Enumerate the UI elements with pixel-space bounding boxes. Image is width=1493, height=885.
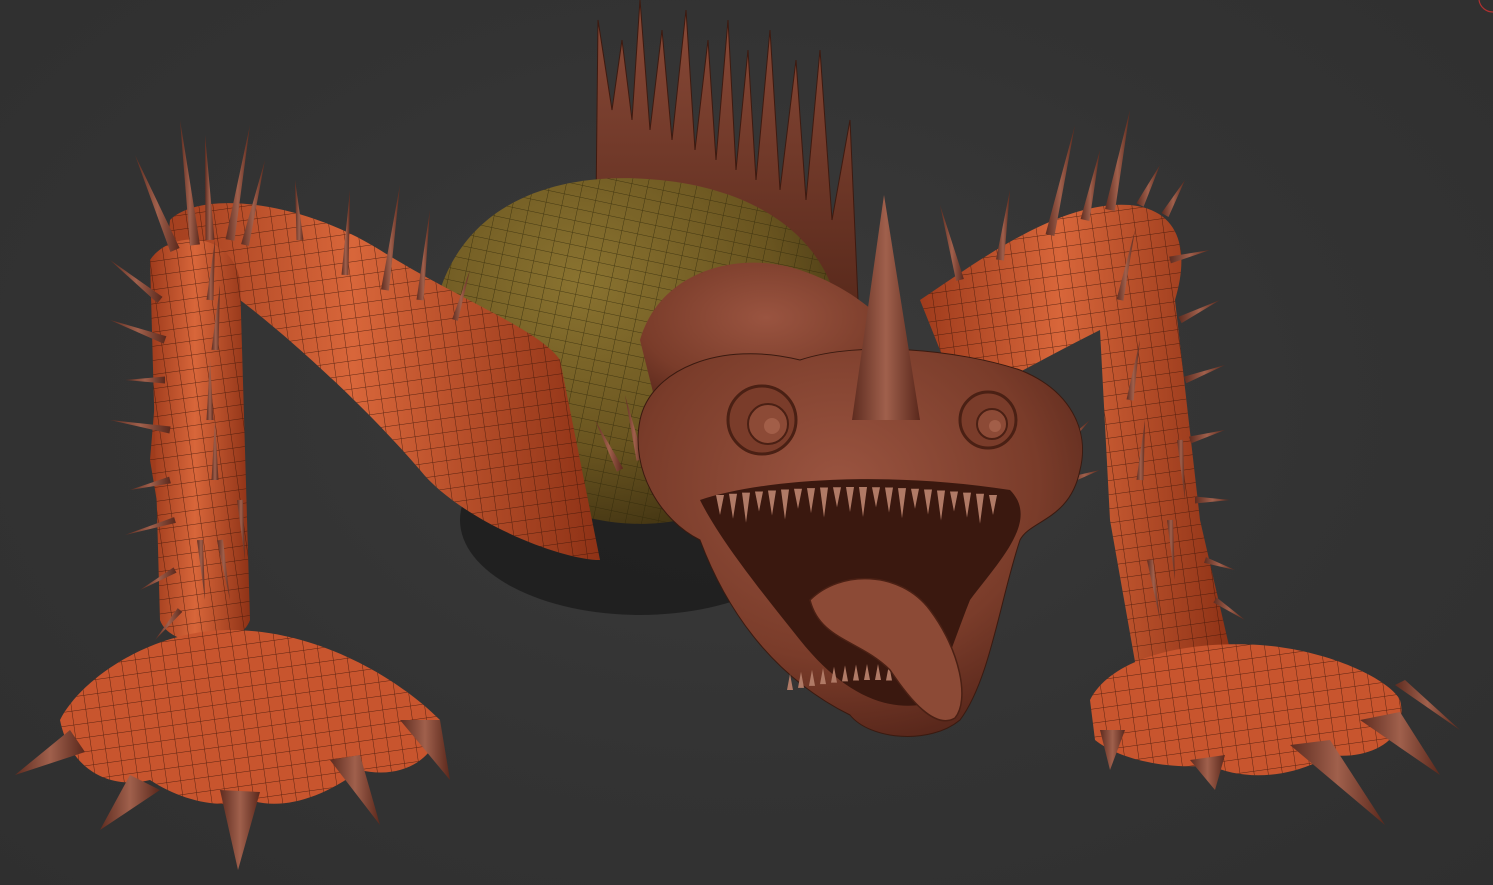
limb-spike — [1161, 180, 1185, 217]
limb-spike — [125, 376, 165, 384]
left-hand[interactable] — [15, 630, 450, 870]
right-eye — [958, 390, 1018, 450]
sculpt-viewport[interactable] — [0, 0, 1493, 885]
corner-arc-icon — [1478, 0, 1493, 13]
limb-spike — [1183, 365, 1225, 384]
limb-spike — [1189, 430, 1225, 444]
creature-model[interactable] — [0, 0, 1493, 885]
limb-spike — [1136, 165, 1160, 207]
limb-spike — [1105, 110, 1130, 211]
limb-spike — [205, 135, 215, 241]
limb-spike — [940, 205, 964, 282]
limb-spike — [135, 155, 180, 252]
left-eye — [726, 384, 798, 456]
limb-spike — [1178, 300, 1220, 324]
limb-spike — [1195, 496, 1230, 504]
right-hand[interactable] — [1090, 644, 1460, 825]
